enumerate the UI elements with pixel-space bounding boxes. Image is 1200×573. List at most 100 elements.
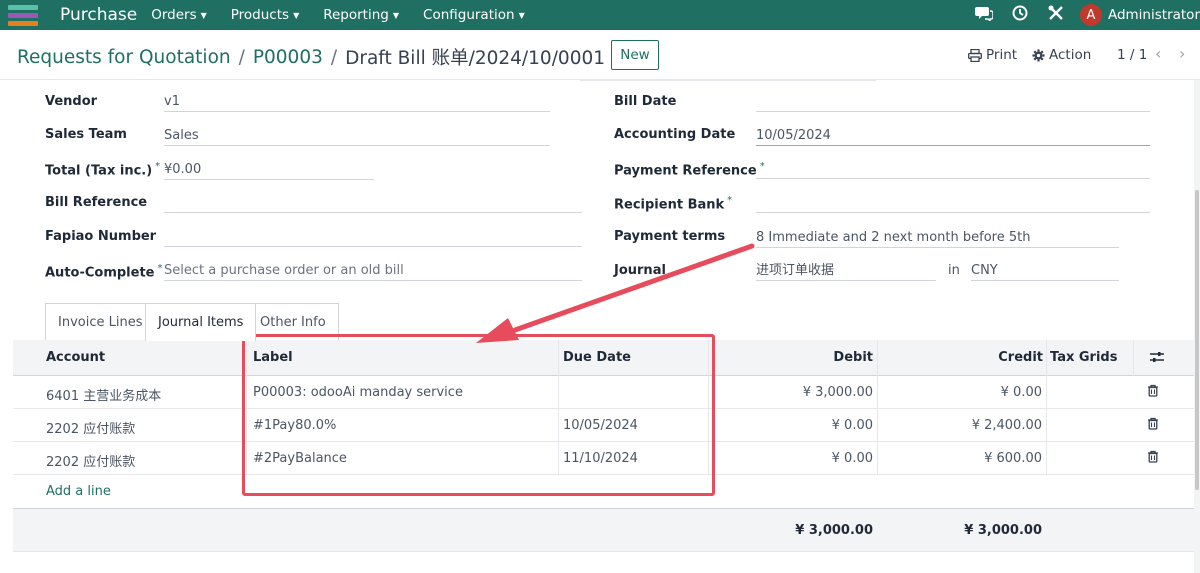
action-label: Action [1049,47,1092,63]
cell-due-date[interactable]: 11/10/2024 [563,451,638,466]
payment-terms-label-text: Payment terms [614,229,726,244]
tab-other-info[interactable]: Other Info [247,303,339,340]
menu-orders[interactable]: Orders ▼ [151,7,207,23]
cell-debit[interactable]: ¥ 0.00 [753,418,873,433]
column-separator [708,340,709,376]
payment-reference-field[interactable] [756,157,1150,179]
pager-value[interactable]: 1 / 1 [1117,47,1147,63]
currency-field[interactable]: CNY [971,259,1119,281]
print-button[interactable]: Print [968,47,1017,63]
column-separator [877,442,878,475]
tools-icon[interactable] [1038,4,1074,26]
column-separator [246,409,247,442]
cell-debit[interactable]: ¥ 0.00 [753,451,873,466]
bill-reference-label-text: Bill Reference [45,195,148,210]
apps-menu-icon[interactable] [8,2,40,28]
menu-reporting[interactable]: Reporting ▼ [323,7,399,23]
caret-down-icon: ▼ [518,10,525,20]
menu-products[interactable]: Products ▼ [231,7,299,23]
caret-down-icon: ▼ [293,10,300,20]
vendor-label: Vendor [45,94,97,109]
column-separator [708,409,709,442]
add-line-link[interactable]: Add a line [46,484,111,499]
user-name[interactable]: Administrator [1108,7,1200,23]
trash-icon[interactable] [1147,417,1161,431]
chat-icon[interactable] [966,5,1002,25]
cell-credit[interactable]: ¥ 600.00 [922,451,1042,466]
bill-date-field[interactable] [756,90,1150,112]
fapiao-number-label-text: Fapiao Number [45,229,157,244]
cell-due-date[interactable]: 10/05/2024 [563,418,638,433]
cell-account[interactable]: 6401 主营业务成本 [46,385,161,404]
recipient-bank-label: Recipient Bank * [614,195,732,212]
page-title: Draft Bill 账单/2024/10/0001 [345,48,606,69]
cell-label[interactable]: #1Pay80.0% [253,418,336,433]
journal-in-text: in [948,263,960,278]
sales-team-field[interactable]: Sales [164,124,550,146]
vendor-field[interactable]: v1 [164,90,550,112]
accounting-date-field[interactable]: 10/05/2024 [756,124,1150,146]
action-button[interactable]: Action [1032,47,1091,63]
breadcrumb-separator: / [330,46,338,68]
optional-columns-icon[interactable] [1150,351,1164,368]
journal-label-text: Journal [614,263,666,278]
cell-label[interactable]: #2PayBalance [253,451,347,466]
pager-next-icon[interactable]: › [1179,44,1185,63]
sales-team-label: Sales Team [45,127,127,142]
header-label[interactable]: Label [253,350,293,365]
bill-reference-field[interactable] [164,191,582,213]
new-button[interactable]: New [611,40,659,70]
column-separator [877,340,878,376]
cell-credit[interactable]: ¥ 0.00 [922,385,1042,400]
recipient-bank-field[interactable] [756,191,1150,213]
auto-complete-label-text: Auto-Complete [45,265,155,281]
header-due-date[interactable]: Due Date [563,350,631,365]
pager-previous-icon[interactable]: ‹ [1155,44,1161,63]
scrollbar-thumb[interactable] [1195,190,1199,490]
gear-icon [1032,48,1045,62]
divider [580,80,876,81]
column-separator [558,442,559,475]
header-tax-grids[interactable]: Tax Grids [1050,350,1117,365]
column-separator [708,442,709,475]
total-tax-inc-field[interactable]: ¥0.00 [164,158,374,180]
column-separator [1046,409,1047,442]
app-name[interactable]: Purchase [60,5,137,25]
menu-reporting-label: Reporting [323,7,389,23]
menu-orders-label: Orders [151,7,197,23]
tab-invoice-lines[interactable]: Invoice Lines [45,303,156,340]
avatar[interactable]: A [1079,4,1102,26]
trash-icon[interactable] [1147,384,1161,398]
header-credit[interactable]: Credit [943,350,1043,365]
cell-account[interactable]: 2202 应付账款 [46,451,135,470]
table-row[interactable]: 2202 应付账款 #1Pay80.0% 10/05/2024 ¥ 0.00 ¥… [13,409,1200,442]
column-separator [246,376,247,409]
payment-terms-field[interactable]: 8 Immediate and 2 next month before 5th [756,226,1119,248]
column-separator [877,376,878,409]
accounting-date-label: Accounting Date [614,127,735,142]
menu-configuration[interactable]: Configuration ▼ [423,7,525,23]
cell-account[interactable]: 2202 应付账款 [46,418,135,437]
cell-debit[interactable]: ¥ 3,000.00 [753,385,873,400]
table-row[interactable]: 6401 主营业务成本 P00003: odooAi manday servic… [13,376,1200,409]
breadcrumb-separator: / [238,46,245,68]
journal-field[interactable]: 进项订单收据 [756,259,936,281]
auto-complete-input[interactable]: Select a purchase order or an old bill [164,259,582,281]
cell-label[interactable]: P00003: odooAi manday service [253,385,463,400]
header-account[interactable]: Account [46,350,105,365]
table-row[interactable]: 2202 应付账款 #2PayBalance 11/10/2024 ¥ 0.00… [13,442,1200,475]
top-navbar: Purchase Orders ▼ Products ▼ Reporting ▼ Co… [0,0,1200,30]
fapiao-number-field[interactable] [164,225,582,247]
breadcrumb-po-link[interactable]: P00003 [253,47,323,68]
cell-credit[interactable]: ¥ 2,400.00 [922,418,1042,433]
trash-icon[interactable] [1147,450,1161,464]
tab-journal-items[interactable]: Journal Items [145,303,257,341]
column-separator [708,376,709,409]
clock-icon[interactable] [1002,5,1038,25]
header-debit[interactable]: Debit [773,350,873,365]
control-panel: Requests for Quotation / P00003 / Draft … [0,30,1200,80]
total-credit: ¥ 3,000.00 [964,523,1042,538]
caret-down-icon: ▼ [200,10,207,20]
column-separator [1133,340,1134,376]
breadcrumb-rfq-link[interactable]: Requests for Quotation [17,47,231,68]
